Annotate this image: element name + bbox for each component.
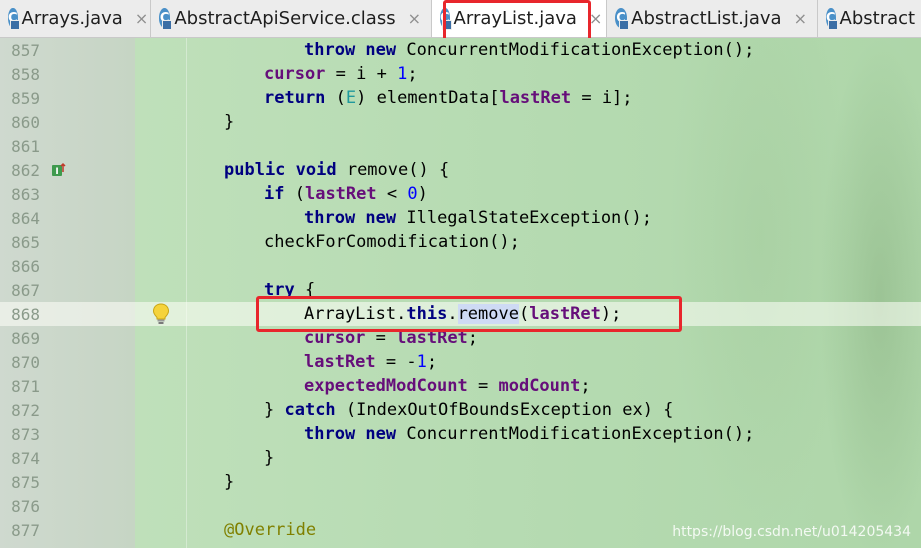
code-line[interactable]: 857 throw new ConcurrentModificationExce…	[0, 38, 921, 62]
line-number: 863	[11, 184, 40, 204]
class-icon: C	[615, 8, 630, 30]
code-line[interactable]: 864 throw new IllegalStateException();	[0, 206, 921, 230]
line-number: 875	[11, 472, 40, 492]
line-number: 869	[11, 328, 40, 348]
close-icon[interactable]: ×	[794, 9, 807, 28]
line-number: 870	[11, 352, 40, 372]
tab-label: Abstract	[839, 7, 916, 29]
code-line-current[interactable]: 868 ArrayList.this.remove(lastRet);	[0, 302, 921, 326]
tab-label: AbstractList.java	[631, 7, 782, 29]
line-number: 873	[11, 424, 40, 444]
line-number: 871	[11, 376, 40, 396]
code-line[interactable]: 866	[0, 254, 921, 278]
line-number: 877	[11, 520, 40, 540]
code-text: throw new IllegalStateException();	[304, 208, 652, 228]
line-number: 860	[11, 112, 40, 132]
code-line[interactable]: 872 } catch (IndexOutOfBoundsException e…	[0, 398, 921, 422]
code-text: ArrayList.this.remove(lastRet);	[304, 304, 622, 324]
code-text: expectedModCount = modCount;	[304, 376, 591, 396]
line-number: 865	[11, 232, 40, 252]
code-line[interactable]: 867 try {	[0, 278, 921, 302]
code-line[interactable]: 860 }	[0, 110, 921, 134]
svg-text:I: I	[55, 167, 58, 177]
line-number: 876	[11, 496, 40, 516]
line-number: 867	[11, 280, 40, 300]
code-text: }	[224, 472, 235, 492]
code-text: @Override	[224, 520, 317, 540]
tab-label: Arrays.java	[21, 7, 123, 29]
class-icon: C	[440, 8, 452, 30]
class-icon: C	[159, 8, 173, 30]
close-icon[interactable]: ×	[135, 9, 148, 28]
code-text: public void remove() {	[224, 160, 450, 180]
line-number: 874	[11, 448, 40, 468]
tab-abstract-truncated[interactable]: C Abstract	[818, 0, 921, 37]
code-line[interactable]: 873 throw new ConcurrentModificationExce…	[0, 422, 921, 446]
line-number: 862	[11, 160, 40, 180]
code-line[interactable]: 863 if (lastRet < 0)	[0, 182, 921, 206]
tab-abstract-list-java[interactable]: C AbstractList.java ×	[607, 0, 818, 37]
close-icon[interactable]: ×	[408, 9, 421, 28]
code-text: lastRet = -1;	[304, 352, 438, 372]
code-line[interactable]: 871 expectedModCount = modCount;	[0, 374, 921, 398]
line-number: 858	[11, 64, 40, 84]
line-number: 872	[11, 400, 40, 420]
code-line[interactable]: 865 checkForComodification();	[0, 230, 921, 254]
line-number: 857	[11, 40, 40, 60]
code-editor[interactable]: 857 throw new ConcurrentModificationExce…	[0, 38, 921, 548]
editor-tab-bar: C Arrays.java × C AbstractApiService.cla…	[0, 0, 921, 38]
close-icon[interactable]: ×	[589, 9, 602, 28]
code-line[interactable]: 869 cursor = lastRet;	[0, 326, 921, 350]
code-line[interactable]: 862 I public void remove() {	[0, 158, 921, 182]
line-number: 866	[11, 256, 40, 276]
code-line[interactable]: 876	[0, 494, 921, 518]
code-text: }	[264, 448, 275, 468]
code-text: return (E) elementData[lastRet = i];	[264, 88, 633, 108]
line-number: 868	[11, 304, 40, 324]
code-line[interactable]: 861	[0, 134, 921, 158]
code-line[interactable]: 870 lastRet = -1;	[0, 350, 921, 374]
class-icon: C	[8, 8, 20, 30]
tab-label: ArrayList.java	[453, 7, 577, 29]
code-text: if (lastRet < 0)	[264, 184, 428, 204]
tab-arrays-java[interactable]: C Arrays.java ×	[0, 0, 151, 37]
code-text: } catch (IndexOutOfBoundsException ex) {	[264, 400, 674, 420]
watermark: https://blog.csdn.net/u014205434	[672, 524, 911, 540]
code-line[interactable]: 859 return (E) elementData[lastRet = i];	[0, 86, 921, 110]
line-number: 861	[11, 136, 40, 156]
code-line[interactable]: 874 }	[0, 446, 921, 470]
implements-method-icon[interactable]: I	[50, 162, 66, 178]
code-text: throw new ConcurrentModificationExceptio…	[304, 40, 755, 60]
tab-abstract-api-service[interactable]: C AbstractApiService.class ×	[151, 0, 432, 37]
tab-label: AbstractApiService.class	[174, 7, 396, 29]
code-text: checkForComodification();	[264, 232, 520, 252]
lightbulb-icon[interactable]	[152, 303, 170, 325]
tab-arraylist-java[interactable]: C ArrayList.java ×	[432, 0, 607, 37]
code-text: try {	[264, 280, 316, 300]
line-number: 859	[11, 88, 40, 108]
line-number: 864	[11, 208, 40, 228]
code-text: cursor = lastRet;	[304, 328, 479, 348]
code-text: }	[224, 112, 235, 132]
code-line[interactable]: 875 }	[0, 470, 921, 494]
class-icon: C	[826, 8, 838, 30]
code-text: throw new ConcurrentModificationExceptio…	[304, 424, 755, 444]
code-text: cursor = i + 1;	[264, 64, 418, 84]
code-line[interactable]: 858 cursor = i + 1;	[0, 62, 921, 86]
